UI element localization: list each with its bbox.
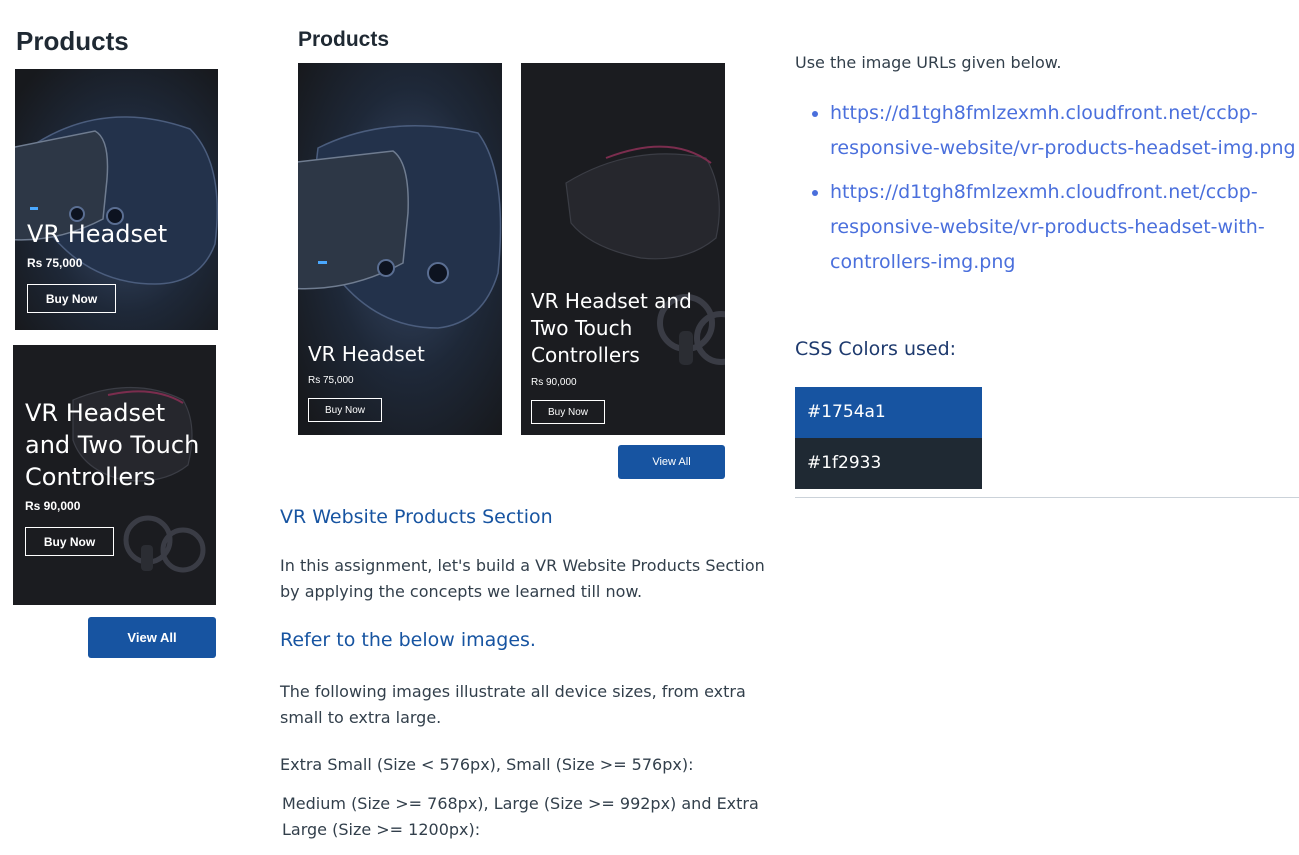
refer-images-title: Refer to the below images. [280,629,536,651]
middle-card-headset: VR Headset Rs 75,000 Buy Now [298,63,502,435]
list-item: https://d1tgh8fmlzexmh.cloudfront.net/cc… [830,175,1298,280]
list-item: https://d1tgh8fmlzexmh.cloudfront.net/cc… [830,96,1298,166]
left-card-headset-controllers: VR Headset and Two Touch Controllers Rs … [13,345,216,605]
left-card-controllers-price: Rs 90,000 [25,499,81,513]
middle-card-headset-controllers: VR Headset and Two Touch Controllers Rs … [521,63,725,435]
left-card-controllers-buy-button[interactable]: Buy Now [25,527,114,556]
left-card-headset-buy-button[interactable]: Buy Now [27,284,116,313]
left-view-all-button[interactable]: View All [88,617,216,658]
left-card-headset-price: Rs 75,000 [27,256,83,270]
middle-products-heading: Products [298,28,390,51]
large-sizes-caption: Medium (Size >= 768px), Large (Size >= 9… [282,794,759,839]
left-card-controllers-name: VR Headset and Two Touch Controllers [25,399,200,491]
headset-image-link[interactable]: https://d1tgh8fmlzexmh.cloudfront.net/cc… [830,102,1296,159]
color-swatch-primary: #1754a1 [795,387,982,438]
middle-card-headset-name: VR Headset [308,342,425,366]
middle-view-all-button[interactable]: View All [618,445,725,479]
color-swatch-dark: #1f2933 [795,438,982,489]
middle-card-headset-price: Rs 75,000 [308,375,354,386]
divider [795,497,1299,498]
assignment-title: VR Website Products Section [280,506,553,528]
css-colors-label: CSS Colors used: [795,338,957,360]
middle-card-controllers-name: VR Headset and Two Touch Controllers [531,289,692,367]
assignment-intro: In this assignment, let's build a VR Web… [280,556,765,601]
small-sizes-caption: Extra Small (Size < 576px), Small (Size … [280,755,694,774]
image-urls-label: Use the image URLs given below. [795,53,1062,72]
device-sizes-text: The following images illustrate all devi… [280,682,746,727]
left-card-headset: VR Headset Rs 75,000 Buy Now [15,69,218,330]
left-products-heading: Products [16,26,129,56]
left-card-headset-name: VR Headset [27,220,168,248]
image-url-list: https://d1tgh8fmlzexmh.cloudfront.net/cc… [808,96,1298,289]
middle-card-controllers-price: Rs 90,000 [531,377,577,388]
middle-card-controllers-buy-button[interactable]: Buy Now [531,400,605,424]
middle-card-headset-buy-button[interactable]: Buy Now [308,398,382,422]
controllers-image-link[interactable]: https://d1tgh8fmlzexmh.cloudfront.net/cc… [830,181,1265,273]
